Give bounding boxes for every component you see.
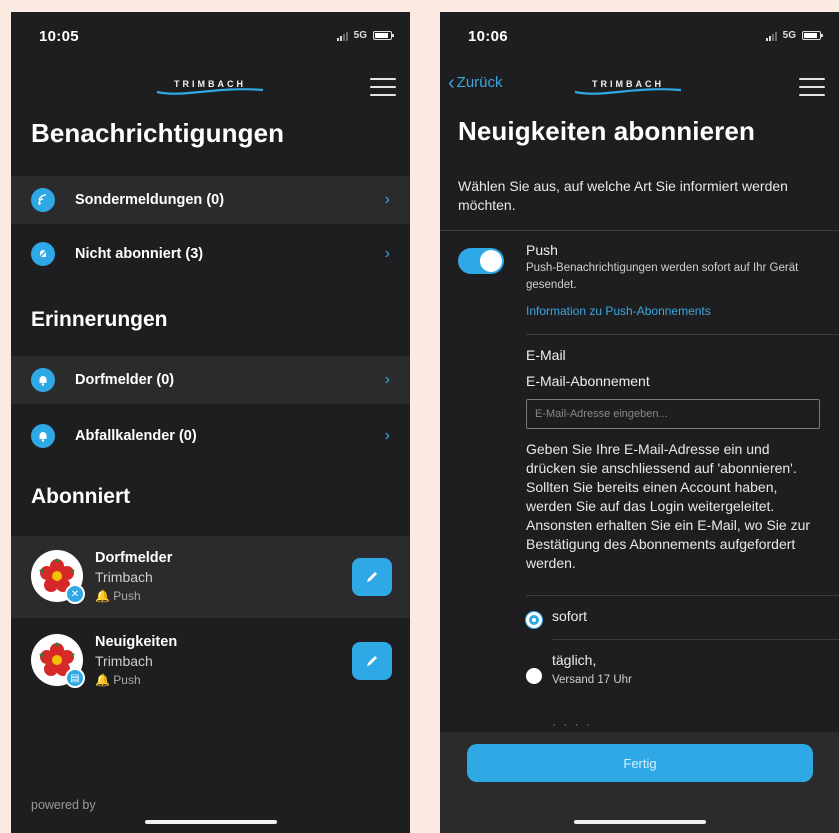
menu-icon[interactable] [370,78,396,96]
radio-sub-taeglich: Versand 17 Uhr [552,674,632,686]
chevron-right-icon: › [384,371,390,388]
page-title: Benachrichtigungen [31,118,285,148]
email-subtitle: E-Mail-Abonnement [526,373,650,389]
subscription-org: Trimbach [95,569,153,585]
partial-option-text: · · · · [552,717,592,731]
status-bar: 10:05 5G [11,12,410,62]
divider [526,595,839,596]
status-time: 10:05 [39,28,79,45]
chevron-right-icon: › [384,245,390,262]
intro-text: Wählen Sie aus, auf welche Art Sie infor… [458,178,788,213]
trimbach-logo: TRIMBACH [155,74,265,100]
email-title: E-Mail [526,347,566,363]
done-button[interactable]: Fertig [467,744,813,782]
divider [552,639,839,640]
radio-sofort[interactable] [526,612,542,628]
bell-slash-icon [31,242,55,266]
subscription-org: Trimbach [95,653,153,669]
pencil-icon [367,656,377,666]
subscription-title: Dorfmelder [95,550,173,566]
subscription-type: 🔔 Push [95,589,141,603]
powered-by-footer: powered by [31,798,96,812]
menu-icon[interactable] [799,78,825,96]
network-label: 5G [782,30,796,41]
row-dorfmelder-reminder[interactable]: Dorfmelder (0) › [11,356,410,404]
signal-icon [765,31,777,41]
pencil-icon [367,572,377,582]
subscription-dorfmelder[interactable]: ✕ Dorfmelder Trimbach 🔔 Push [11,536,410,618]
email-input[interactable] [526,399,820,429]
radio-taeglich[interactable] [526,668,542,684]
newspaper-icon: ▤ [65,668,85,688]
logo-wave-icon [574,88,682,95]
row-label: Dorfmelder (0) [75,372,175,388]
row-nicht-abonniert[interactable]: Nicht abonniert (3) › [11,230,410,278]
divider [440,230,839,231]
edit-subscription-button[interactable] [352,642,392,680]
back-button[interactable]: ‹ Zurück [448,71,503,94]
subscription-type: 🔔 Push [95,673,141,687]
push-description: Push-Benachrichtigungen werden sofort au… [526,262,799,291]
nav-bar: ‹ Zurück TRIMBACH [440,64,839,104]
section-title-reminders: Erinnerungen [31,308,168,331]
subscription-title: Neuigkeiten [95,634,178,650]
logo-wave-icon [156,88,264,95]
status-indicators: 5G [765,30,823,41]
home-indicator[interactable] [144,820,277,824]
nav-bar: TRIMBACH [11,64,410,104]
status-time: 10:06 [468,28,508,45]
divider [526,334,839,335]
network-label: 5G [353,30,367,41]
notifications-screen: 10:05 5G TRIMBACH Benachrichtigungen Son… [11,12,410,833]
wifi-icon [31,188,55,212]
battery-icon [373,31,394,40]
section-title-subscribed: Abonniert [31,485,131,508]
chevron-right-icon: › [384,191,390,208]
page-title: Neuigkeiten abonnieren [458,116,755,146]
edit-subscription-button[interactable] [352,558,392,596]
status-indicators: 5G [336,30,394,41]
email-help-text: Geben Sie Ihre E-Mail-Adresse ein und dr… [526,441,811,571]
chevron-left-icon: ‹ [448,71,455,94]
row-label: Sondermeldungen (0) [75,192,225,208]
row-abfallkalender-reminder[interactable]: Abfallkalender (0) › [11,412,410,460]
tools-icon: ✕ [65,584,85,604]
subscription-neuigkeiten[interactable]: ▤ Neuigkeiten Trimbach 🔔 Push [11,620,410,702]
row-sondermeldungen[interactable]: Sondermeldungen (0) › [11,176,410,224]
push-info-link[interactable]: Information zu Push-Abonnements [526,304,711,318]
radio-label-taeglich: täglich, [552,652,597,668]
bell-icon [31,424,55,448]
status-bar: 10:06 5G [440,12,839,62]
signal-icon [336,31,348,41]
chevron-right-icon: › [384,427,390,444]
subscribe-news-screen: 10:06 5G ‹ Zurück TRIMBACH Neuigkeiten a… [440,12,839,833]
back-label: Zurück [456,74,503,91]
trimbach-logo: TRIMBACH [573,74,683,100]
battery-icon [802,31,823,40]
push-title: Push [526,242,558,258]
push-toggle[interactable] [458,248,504,274]
bell-icon [31,368,55,392]
radio-label-sofort: sofort [552,608,588,624]
row-label: Nicht abonniert (3) [75,246,204,262]
home-indicator[interactable] [573,820,706,824]
row-label: Abfallkalender (0) [75,428,197,444]
